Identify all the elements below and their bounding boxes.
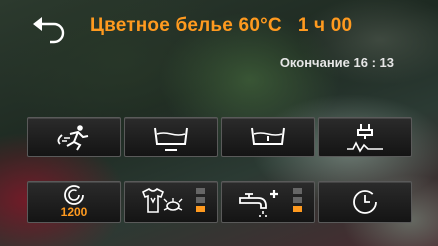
soil-level-bar: [196, 206, 205, 212]
back-arrow-icon: [33, 17, 65, 44]
rinse-plus-button[interactable]: [221, 181, 315, 223]
options-row: [27, 117, 412, 157]
soil-level-indicator: [196, 188, 205, 212]
washer-display: Цветное белье 60°C 1 ч 00 Окончание 16 : …: [0, 0, 438, 246]
shirt-bug-icon: [141, 188, 183, 213]
clock-icon: [353, 190, 377, 214]
program-title: Цветное белье 60°C 1 ч 00: [90, 15, 352, 37]
tap-drops-icon: [347, 124, 383, 153]
main-wash-button[interactable]: [221, 117, 315, 157]
extra-rinse-button[interactable]: [318, 117, 412, 157]
prewash-button[interactable]: [124, 117, 218, 157]
tub-prewash-icon: [154, 127, 188, 151]
spin-icon: [64, 185, 84, 205]
soil-level-bar: [196, 197, 205, 203]
soil-level-button[interactable]: [124, 181, 218, 223]
settings-row: 1200: [27, 181, 412, 223]
program-duration: 1 ч 00: [297, 15, 353, 36]
rinse-level-indicator: [293, 188, 302, 212]
spin-speed-button[interactable]: 1200: [27, 181, 121, 223]
quick-wash-button[interactable]: [27, 117, 121, 157]
faucet-plus-icon: [239, 190, 278, 217]
rinse-level-bar: [293, 188, 302, 194]
rinse-level-bar: [293, 206, 302, 212]
back-button[interactable]: [30, 14, 70, 46]
rinse-level-bar: [293, 197, 302, 203]
running-man-icon: [57, 125, 89, 151]
program-name: Цветное белье 60°C: [90, 15, 282, 36]
tub-mainwash-icon: [251, 127, 285, 145]
spin-speed-value: 1200: [60, 205, 88, 219]
delay-timer-button[interactable]: [318, 181, 412, 223]
soil-level-bar: [196, 188, 205, 194]
end-time: Окончание 16 : 13: [279, 55, 394, 70]
